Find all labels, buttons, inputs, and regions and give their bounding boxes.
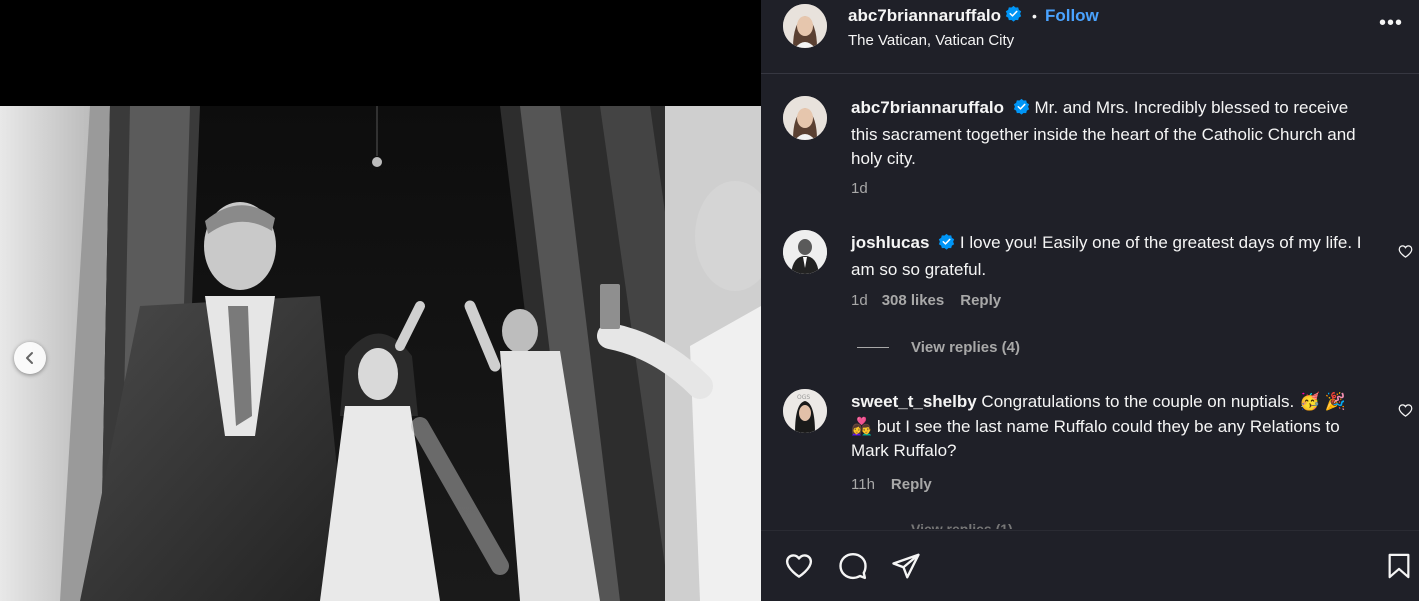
reply-button[interactable]: Reply bbox=[960, 292, 1001, 309]
reply-button[interactable]: Reply bbox=[891, 476, 932, 493]
post-media bbox=[0, 0, 761, 601]
comment-text: joshlucas I love you! Easily one of the … bbox=[851, 231, 1371, 282]
post-photo bbox=[0, 106, 761, 601]
author-username[interactable]: abc7briannaruffalo bbox=[848, 6, 1001, 26]
avatar[interactable] bbox=[783, 4, 827, 48]
separator-dot: • bbox=[1032, 8, 1037, 24]
verified-badge-icon bbox=[1013, 98, 1030, 123]
caption-username[interactable]: abc7briannaruffalo bbox=[851, 98, 1004, 117]
party-face-emoji: 🥳 bbox=[1298, 392, 1321, 411]
heart-icon[interactable] bbox=[1398, 403, 1413, 418]
comment-likes[interactable]: 308 likes bbox=[882, 292, 945, 309]
bookmark-icon[interactable] bbox=[1385, 551, 1413, 581]
follow-button[interactable]: Follow bbox=[1045, 6, 1099, 26]
heart-icon[interactable] bbox=[1398, 244, 1413, 259]
comment-username[interactable]: sweet_t_shelby bbox=[851, 392, 977, 411]
comment-icon[interactable] bbox=[838, 551, 868, 581]
comment-time: 11h bbox=[851, 476, 875, 493]
comment-body-part-2: but I see the last name Ruffalo could th… bbox=[851, 416, 1340, 461]
heart-icon[interactable] bbox=[783, 551, 815, 581]
avatar[interactable]: OGS bbox=[783, 389, 827, 433]
chevron-left-icon bbox=[26, 352, 33, 364]
post-location[interactable]: The Vatican, Vatican City bbox=[848, 32, 1014, 49]
view-replies-partial[interactable]: View replies (1) bbox=[911, 521, 1013, 529]
view-replies-button[interactable]: View replies (4) bbox=[857, 339, 1020, 356]
comment-meta: 11h Reply bbox=[851, 476, 932, 493]
avatar[interactable] bbox=[783, 230, 827, 274]
caption-meta: 1d bbox=[851, 180, 868, 197]
divider bbox=[857, 347, 889, 348]
verified-badge-icon bbox=[938, 233, 955, 258]
avatar[interactable] bbox=[783, 96, 827, 140]
view-replies-label: View replies (4) bbox=[911, 339, 1020, 356]
party-popper-emoji: 🎉 bbox=[1324, 392, 1347, 411]
comment-username[interactable]: joshlucas bbox=[851, 233, 929, 252]
previous-photo-button[interactable] bbox=[14, 342, 46, 374]
comment-text: sweet_t_shelby Congratulations to the co… bbox=[851, 390, 1371, 464]
share-icon[interactable] bbox=[891, 551, 921, 581]
post-action-bar bbox=[761, 530, 1419, 601]
svg-text:OGS: OGS bbox=[797, 394, 810, 401]
wedding-photo bbox=[0, 106, 761, 601]
couple-emoji: 👩‍❤️‍👨 bbox=[851, 416, 873, 436]
verified-badge-icon bbox=[1005, 5, 1022, 27]
caption-text: abc7briannaruffalo Mr. and Mrs. Incredib… bbox=[851, 96, 1371, 172]
post-details-panel: abc7briannaruffalo • Follow The Vatican,… bbox=[761, 0, 1419, 601]
caption-time: 1d bbox=[851, 180, 868, 197]
comment-body-part-1: Congratulations to the couple on nuptial… bbox=[981, 392, 1295, 411]
post-header: abc7briannaruffalo • Follow The Vatican,… bbox=[761, 0, 1419, 74]
comment-time: 1d bbox=[851, 292, 868, 309]
comment-meta: 1d 308 likes Reply bbox=[851, 292, 1001, 309]
more-options-icon[interactable]: ••• bbox=[1379, 12, 1403, 35]
